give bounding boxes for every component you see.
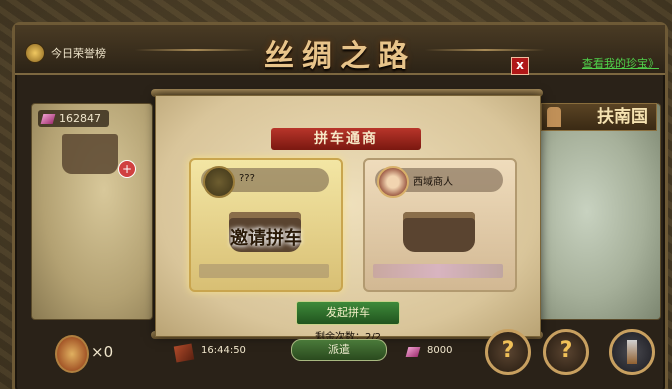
blurred-bar [373, 264, 503, 278]
player-name: ??? [239, 173, 255, 184]
bag-icon[interactable] [55, 335, 89, 373]
help-button[interactable]: ? [543, 329, 589, 375]
start-carpool-button[interactable]: 发起拼车 [296, 301, 400, 325]
question-icon[interactable]: ? [485, 329, 531, 375]
blurred-bar [199, 264, 329, 278]
left-map: 162847 + [31, 103, 153, 320]
timer: 16:44:50 [201, 345, 246, 356]
merchant-card: 西域商人 [363, 158, 517, 292]
window-title: 丝绸之路 [264, 39, 416, 74]
ship-icon [62, 134, 118, 174]
silk-road-window: 今日荣誉榜 丝绸之路 查看我的珍宝》 x 162847 + 扶南国 拼车通商 ?… [12, 22, 668, 389]
close-button[interactable]: x [511, 57, 529, 75]
invite-card[interactable]: ??? 邀请拼车 [189, 158, 343, 292]
gem-amount: 162847 [59, 112, 101, 125]
lighthouse-icon[interactable] [609, 329, 655, 375]
gem-icon [405, 347, 421, 357]
tower-icon [547, 107, 561, 127]
carpool-banner: 拼车通商 [271, 128, 421, 150]
plus-icon[interactable]: + [118, 160, 136, 178]
carpool-panel: 拼车通商 ??? 邀请拼车 西域商人 发起拼车 剩余次数：2/2 [155, 95, 541, 343]
bag-count: ×0 [91, 343, 114, 361]
empty-avatar [203, 166, 235, 198]
gem-amount: 8000 [427, 345, 453, 356]
book-icon [173, 343, 195, 363]
game-screen: 今日荣誉榜 丝绸之路 查看我的珍宝》 x 162847 + 扶南国 拼车通商 ?… [0, 0, 672, 389]
invite-text: 邀请拼车 [230, 228, 302, 249]
gem-counter: 162847 [38, 110, 109, 127]
view-treasure-link[interactable]: 查看我的珍宝》 [582, 55, 659, 71]
bottom-bar: ×0 16:44:50 派遣 8000 ? ? [15, 325, 665, 389]
dispatch-button[interactable]: 派遣 [291, 339, 387, 361]
cart-icon [403, 212, 475, 252]
right-map [537, 103, 661, 320]
title-bar: 今日荣誉榜 丝绸之路 查看我的珍宝》 x [15, 25, 665, 75]
gem-icon [40, 113, 56, 124]
merchant-name: 西域商人 [413, 177, 453, 188]
merchant-avatar [377, 166, 409, 198]
